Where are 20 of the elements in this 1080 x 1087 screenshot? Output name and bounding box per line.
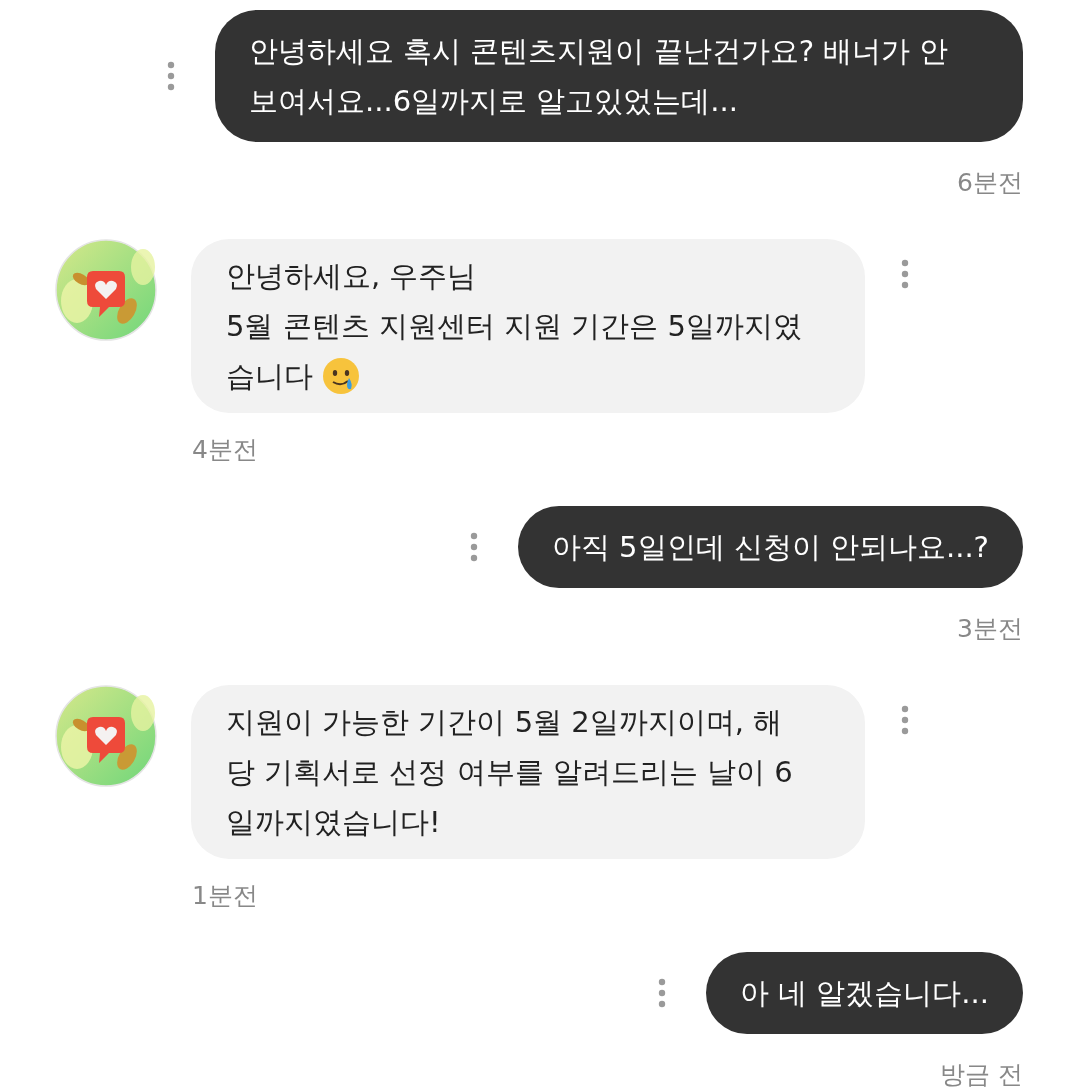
avatar-icon[interactable]	[55, 685, 157, 787]
more-options-icon[interactable]	[657, 978, 666, 1008]
message-text: 습니다	[226, 358, 313, 395]
more-options-icon[interactable]	[167, 61, 175, 91]
sent-message-bubble: 안녕하세요 혹시 콘텐츠지원이 끝난건가요? 배너가 안 보여서요...6일까지로 알고있었는데...	[215, 10, 1023, 142]
more-options-icon[interactable]	[901, 705, 909, 735]
avatar-icon[interactable]	[55, 239, 157, 341]
message-text: 일까지였습니다!	[226, 804, 441, 841]
more-options-icon[interactable]	[901, 259, 909, 289]
crying-smile-emoji-icon	[321, 356, 361, 396]
more-options-icon[interactable]	[469, 532, 478, 562]
message-text: 지원이 가능한 기간이 5월 2일까지이며, 해 당 기획서로 선정 여부를 알려드리는 날이 6	[226, 704, 793, 791]
timestamp: 3분전	[957, 613, 1023, 645]
timestamp: 4분전	[192, 434, 259, 466]
message-text: 안녕하세요, 우주님 5월 콘텐츠 지원센터 지원 기간은 5일까지였	[226, 258, 802, 345]
timestamp: 6분전	[957, 167, 1023, 199]
timestamp: 1분전	[192, 880, 259, 912]
sent-message-bubble: 아 네 알겠습니다...	[705, 952, 1023, 1034]
sent-message-bubble: 아직 5일인데 신청이 안되나요...?	[517, 506, 1023, 588]
timestamp: 방금 전	[940, 1059, 1023, 1087]
